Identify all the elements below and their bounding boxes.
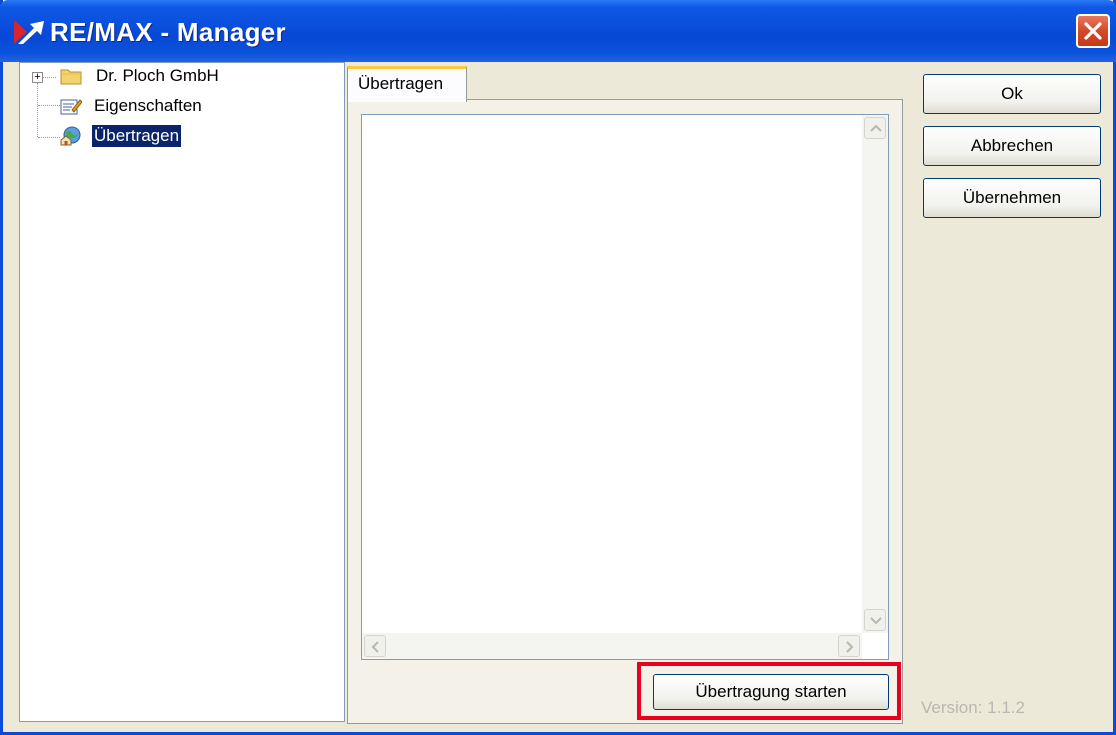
app-window: RE/MAX - Manager + Dr. Ploch GmbH Eigens… xyxy=(0,0,1116,735)
dialog-content: + Dr. Ploch GmbH Eigenschaften Übertrage… xyxy=(3,62,1113,732)
close-icon xyxy=(1084,22,1102,40)
tab-uebertragen[interactable]: Übertragen xyxy=(347,66,467,102)
scroll-right-button[interactable] xyxy=(838,635,860,657)
tree-item-label: Übertragen xyxy=(90,124,183,148)
tree-item-company[interactable]: + Dr. Ploch GmbH xyxy=(20,65,340,89)
close-button[interactable] xyxy=(1076,14,1110,48)
properties-edit-icon xyxy=(60,99,82,115)
title-bar[interactable]: RE/MAX - Manager xyxy=(0,0,1116,62)
scroll-left-button[interactable] xyxy=(364,635,386,657)
chevron-right-icon xyxy=(846,641,854,653)
tree-item-label: Eigenschaften xyxy=(94,96,202,115)
window-title: RE/MAX - Manager xyxy=(50,17,286,47)
horizontal-scrollbar[interactable] xyxy=(362,633,862,659)
version-label: Version: 1.1.2 xyxy=(921,698,1025,717)
vertical-scrollbar[interactable] xyxy=(862,115,888,633)
tree-view[interactable]: + Dr. Ploch GmbH Eigenschaften Übertrage… xyxy=(19,62,345,722)
chevron-down-icon xyxy=(870,617,882,625)
start-transfer-button[interactable]: Übertragung starten xyxy=(653,674,889,710)
cancel-button[interactable]: Abbrechen xyxy=(923,126,1101,166)
tree-item-uebertragen[interactable]: Übertragen xyxy=(20,124,340,149)
apply-button[interactable]: Übernehmen xyxy=(923,178,1101,218)
chevron-left-icon xyxy=(371,641,379,653)
scroll-down-button[interactable] xyxy=(864,609,886,631)
tree-item-label: Dr. Ploch GmbH xyxy=(96,66,219,85)
tree-item-eigenschaften[interactable]: Eigenschaften xyxy=(20,95,340,119)
chevron-up-icon xyxy=(870,124,882,132)
folder-icon xyxy=(60,69,82,85)
transfer-log-textarea[interactable] xyxy=(361,114,889,660)
transfer-globe-icon xyxy=(60,126,81,146)
expand-plus-icon[interactable]: + xyxy=(32,72,43,83)
ok-button[interactable]: Ok xyxy=(923,74,1101,114)
remax-logo-icon xyxy=(14,20,44,44)
scroll-up-button[interactable] xyxy=(864,117,886,139)
